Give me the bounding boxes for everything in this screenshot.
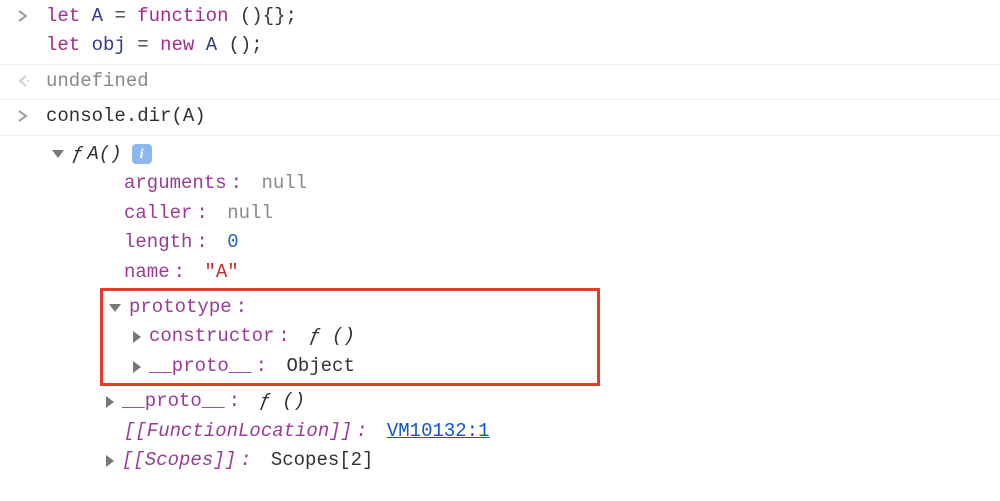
console-output-1: undefined [0,65,1000,100]
prop-prototype[interactable]: prototype: [103,293,597,322]
tree-root-function[interactable]: ƒ A() i [52,140,1000,169]
triangle-right-icon[interactable] [106,396,114,408]
input-chevron-icon [0,2,46,30]
function-name: A() [87,140,121,169]
keyword-let: let [46,5,80,27]
operator-eq: = [137,34,148,56]
prop-value: Object [286,352,354,381]
prop-proto[interactable]: __proto__: ƒ () [52,387,1000,416]
prop-key: name [124,258,170,287]
prop-constructor[interactable]: constructor: ƒ () [103,322,597,351]
prop-value: 0 [227,228,238,257]
vm-source-link[interactable]: VM10132:1 [387,417,490,446]
identifier-A: A [206,34,217,56]
output-undefined: undefined [46,70,149,92]
console-input-block-2: console.dir(A) [0,100,1000,135]
identifier-obj: obj [92,34,126,56]
prop-value: Scopes[2] [271,446,374,475]
prop-length[interactable]: length: 0 [52,228,1000,257]
prop-key: prototype [129,293,232,322]
info-icon[interactable]: i [132,144,152,164]
console-input-block-1: let A = function (){}; let obj = new A (… [0,0,1000,65]
prop-proto-inner[interactable]: __proto__: Object [103,352,597,381]
punctuation: (); [229,34,263,56]
prop-scopes[interactable]: [[Scopes]]: Scopes[2] [52,446,1000,475]
prop-value: "A" [204,258,238,287]
prop-name[interactable]: name: "A" [52,258,1000,287]
triangle-right-icon[interactable] [133,361,141,373]
highlight-box: prototype: constructor: ƒ () __proto__: … [100,288,600,386]
prop-value-func: ƒ () [259,387,305,416]
prop-key: caller [124,199,192,228]
triangle-down-icon[interactable] [109,304,121,312]
prop-key: __proto__ [122,387,225,416]
keyword-function: function [137,5,228,27]
keyword-new: new [160,34,194,56]
prop-arguments[interactable]: arguments: null [52,169,1000,198]
prop-key: length [124,228,192,257]
prop-key: arguments [124,169,227,198]
function-glyph: ƒ [72,140,83,169]
prop-key: constructor [149,322,274,351]
prop-key: __proto__ [149,352,252,381]
console-input-code[interactable]: let A = function (){}; let obj = new A (… [46,2,1000,61]
punctuation: (){}; [240,5,297,27]
operator-eq: = [114,5,125,27]
triangle-right-icon[interactable] [106,455,114,467]
triangle-down-icon[interactable] [52,150,64,158]
prop-value-func: ƒ () [309,322,355,351]
code-text: console.dir(A) [46,105,206,127]
gutter-empty [0,138,46,140]
console-output-tree: ƒ A() i arguments: null caller: null len… [0,136,1000,479]
console-input-code[interactable]: console.dir(A) [46,102,1000,131]
identifier-A: A [92,5,103,27]
prop-value: null [227,199,273,228]
triangle-right-icon[interactable] [133,331,141,343]
prop-caller[interactable]: caller: null [52,199,1000,228]
keyword-let: let [46,34,80,56]
prop-key: [[FunctionLocation]] [124,417,352,446]
prop-key: [[Scopes]] [122,446,236,475]
input-chevron-icon [0,102,46,130]
prop-function-location[interactable]: [[FunctionLocation]]: VM10132:1 [52,417,1000,446]
output-chevron-icon [0,67,46,95]
prop-value: null [261,169,307,198]
